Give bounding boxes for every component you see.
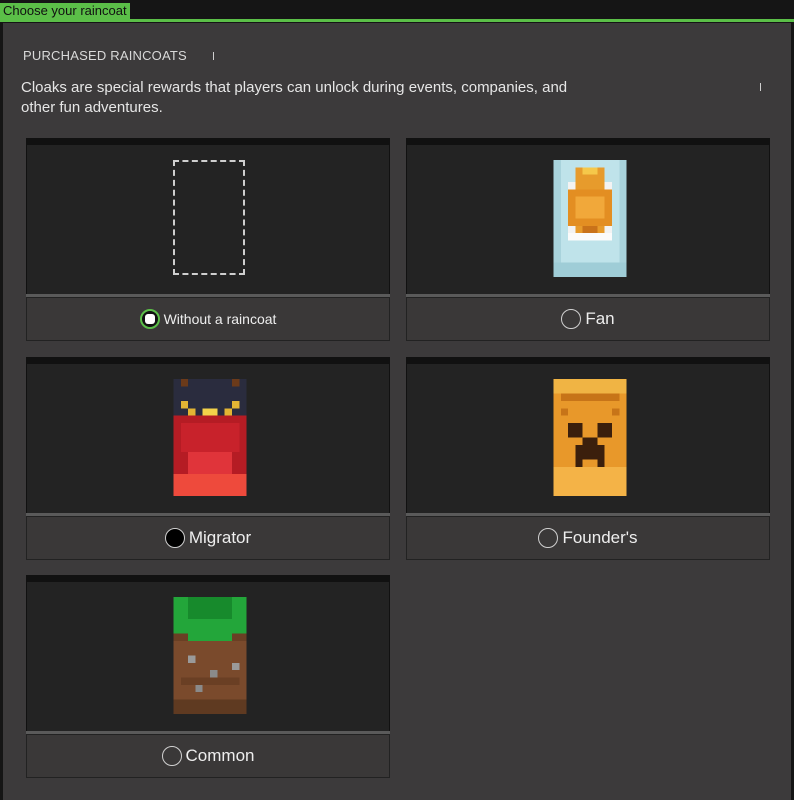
radio-icon[interactable] <box>538 528 559 548</box>
cloak-card-fan[interactable]: Fan <box>406 138 770 341</box>
fan-cloak-icon <box>553 160 627 277</box>
preview-top-strip <box>407 139 769 145</box>
cloak-card-migrator[interactable]: Migrator <box>26 357 390 560</box>
cloak-label: Migrator <box>188 528 252 547</box>
cloak-preview <box>26 138 390 296</box>
cloak-preview <box>26 357 390 515</box>
cloak-panel: PURCHASED RAINCOATS Cloaks are special r… <box>3 23 791 800</box>
cloak-option-none[interactable]: Without a raincoat <box>26 297 390 341</box>
radio-selected-icon[interactable] <box>139 309 160 329</box>
cloak-label: Fan <box>585 309 615 328</box>
text-cursor-mark <box>760 83 761 91</box>
title-bar: Choose your raincoat <box>0 0 794 22</box>
cloak-preview <box>406 138 770 296</box>
preview-top-strip <box>407 358 769 364</box>
title-underline <box>0 19 794 22</box>
founders-cloak-icon <box>553 379 627 496</box>
section-description: Cloaks are special rewards that players … <box>21 79 568 116</box>
cloak-preview <box>406 357 770 515</box>
radio-icon[interactable] <box>561 309 582 329</box>
cloak-preview <box>26 575 390 733</box>
radio-icon[interactable] <box>164 528 185 548</box>
cloak-label: Founder's <box>562 528 638 547</box>
cloak-label: Without a raincoat <box>163 311 277 327</box>
cloak-card-none[interactable]: Without a raincoat <box>26 138 390 341</box>
radio-icon[interactable] <box>161 746 182 766</box>
common-cloak-icon <box>173 597 247 714</box>
preview-top-strip <box>27 576 389 582</box>
cloak-card-common[interactable]: Common <box>26 575 390 778</box>
preview-top-strip <box>27 139 389 145</box>
section-title: PURCHASED RAINCOATS <box>23 48 187 63</box>
text-cursor-mark <box>213 52 214 60</box>
window-title: Choose your raincoat <box>0 3 130 19</box>
cloak-label: Common <box>185 746 255 765</box>
migrator-cloak-icon <box>173 379 247 496</box>
cloak-option-fan[interactable]: Fan <box>406 297 770 341</box>
cloak-option-migrator[interactable]: Migrator <box>26 516 390 560</box>
empty-slot-icon <box>173 160 245 275</box>
cloak-card-founders[interactable]: Founder's <box>406 357 770 560</box>
cloak-option-common[interactable]: Common <box>26 734 390 778</box>
preview-top-strip <box>27 358 389 364</box>
cloak-option-founders[interactable]: Founder's <box>406 516 770 560</box>
